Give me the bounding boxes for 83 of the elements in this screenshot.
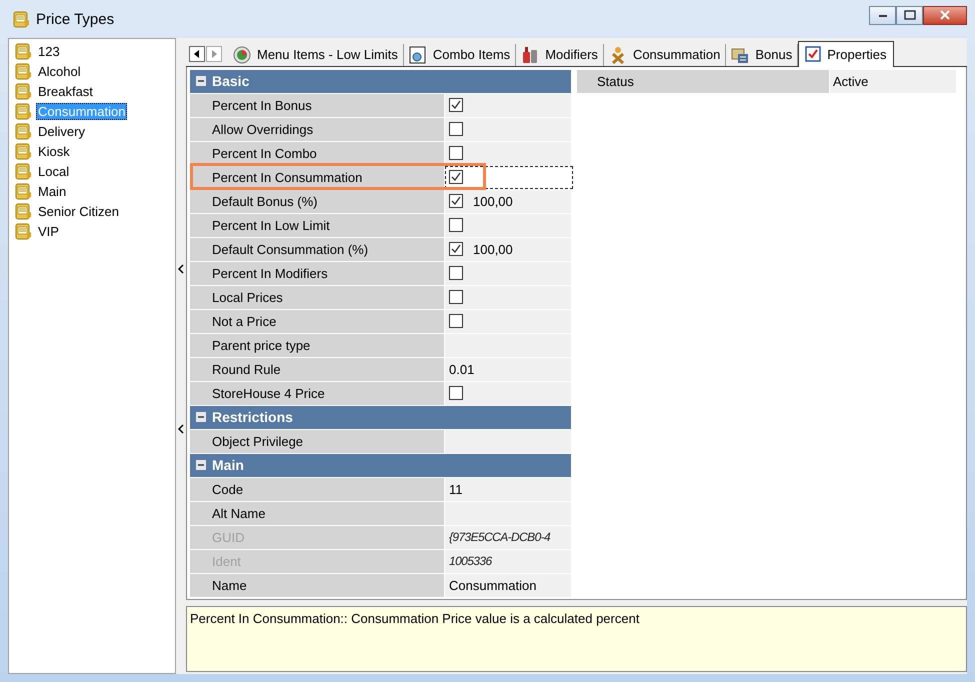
- property-name: StoreHouse 4 Price: [190, 382, 444, 405]
- property-value[interactable]: 11: [445, 478, 571, 501]
- checkbox[interactable]: [449, 146, 463, 160]
- property-name: Alt Name: [190, 502, 444, 525]
- status-value: Active: [830, 70, 956, 93]
- description-text: Percent In Consummation:: Consummation Price value is a calculated percent: [190, 611, 640, 626]
- tab[interactable]: Bonus: [726, 44, 798, 66]
- folder-icon: [14, 202, 32, 220]
- folder-icon: [14, 42, 32, 60]
- checkbox[interactable]: [449, 98, 463, 112]
- folder-icon: [14, 62, 32, 80]
- checkbox[interactable]: [449, 386, 463, 400]
- folder-icon: [14, 142, 32, 160]
- property-value[interactable]: [445, 94, 571, 117]
- checkbox[interactable]: [449, 314, 463, 328]
- tab[interactable]: Properties: [798, 40, 894, 67]
- bottles-icon: [521, 46, 540, 64]
- property-value[interactable]: Consummation: [445, 574, 571, 597]
- folder-icon: [14, 82, 32, 100]
- property-value[interactable]: 100,00: [445, 238, 571, 261]
- folder-icon: [14, 122, 32, 140]
- list-item[interactable]: Delivery: [36, 122, 87, 140]
- checklist-icon: [805, 46, 822, 62]
- collapse-icon[interactable]: [196, 412, 206, 422]
- collapse-icon[interactable]: [196, 460, 206, 470]
- property-name: Not a Price: [190, 310, 444, 333]
- property-name: Parent price type: [190, 334, 444, 357]
- property-value[interactable]: 0.01: [445, 358, 571, 381]
- app-icon: [12, 10, 30, 28]
- checkbox[interactable]: [449, 170, 463, 184]
- checkbox[interactable]: [449, 122, 463, 136]
- list-item[interactable]: VIP: [36, 222, 61, 240]
- property-name: Default Consummation (%): [190, 238, 444, 261]
- property-value[interactable]: [445, 166, 573, 189]
- maximize-icon: [904, 10, 916, 20]
- box-icon: [408, 46, 427, 64]
- property-name: Percent In Low Limit: [190, 214, 444, 237]
- collapse-icon[interactable]: [196, 76, 206, 86]
- folder-icon: [14, 102, 32, 120]
- property-name: Allow Overridings: [190, 118, 444, 141]
- maximize-button[interactable]: [896, 6, 923, 24]
- close-icon: [939, 10, 951, 20]
- checkbox[interactable]: [449, 218, 463, 232]
- property-name: Percent In Modifiers: [190, 262, 444, 285]
- checkbox[interactable]: [449, 290, 463, 304]
- gift-calculator-icon: [731, 46, 750, 64]
- minimize-button[interactable]: [869, 6, 896, 24]
- tab[interactable]: Consummation: [604, 44, 726, 66]
- section-title: Restrictions: [212, 409, 293, 426]
- list-item[interactable]: Main: [36, 182, 68, 200]
- checkbox[interactable]: [449, 194, 463, 208]
- list-item[interactable]: Local: [36, 162, 72, 180]
- property-name: Name: [190, 574, 444, 597]
- property-name: Percent In Combo: [190, 142, 444, 165]
- window-title: Price Types: [36, 10, 114, 28]
- scroll-left-button[interactable]: [189, 46, 205, 62]
- minimize-icon: [878, 12, 888, 18]
- close-button[interactable]: [923, 6, 967, 24]
- property-name: Object Privilege: [190, 430, 444, 453]
- list-item[interactable]: 123: [36, 42, 62, 60]
- section-title: Basic: [212, 73, 250, 90]
- pie-chart-icon: [233, 46, 251, 64]
- list-item[interactable]: Breakfast: [36, 82, 95, 100]
- list-item[interactable]: Senior Citizen: [36, 202, 121, 220]
- property-name: Code: [190, 478, 444, 501]
- list-item[interactable]: Kiosk: [36, 142, 72, 160]
- property-value[interactable]: 100,00: [445, 190, 571, 213]
- tab[interactable]: Combo Items: [404, 44, 516, 66]
- folder-icon: [14, 222, 32, 240]
- list-item[interactable]: Alcohol: [36, 62, 83, 80]
- folder-icon: [14, 182, 32, 200]
- section-title: Main: [212, 457, 244, 474]
- tab[interactable]: Menu Items - Low Limits: [228, 44, 404, 66]
- folder-icon: [14, 162, 32, 180]
- checkbox[interactable]: [449, 266, 463, 280]
- checkbox[interactable]: [449, 242, 463, 256]
- property-name: Percent In Bonus: [190, 94, 444, 117]
- property-name: Default Bonus (%): [190, 190, 444, 213]
- status-label: Status: [577, 70, 829, 93]
- property-name: Local Prices: [190, 286, 444, 309]
- tab[interactable]: Modifiers: [516, 44, 604, 66]
- property-name: Round Rule: [190, 358, 444, 381]
- property-name: Percent In Consummation: [190, 166, 444, 189]
